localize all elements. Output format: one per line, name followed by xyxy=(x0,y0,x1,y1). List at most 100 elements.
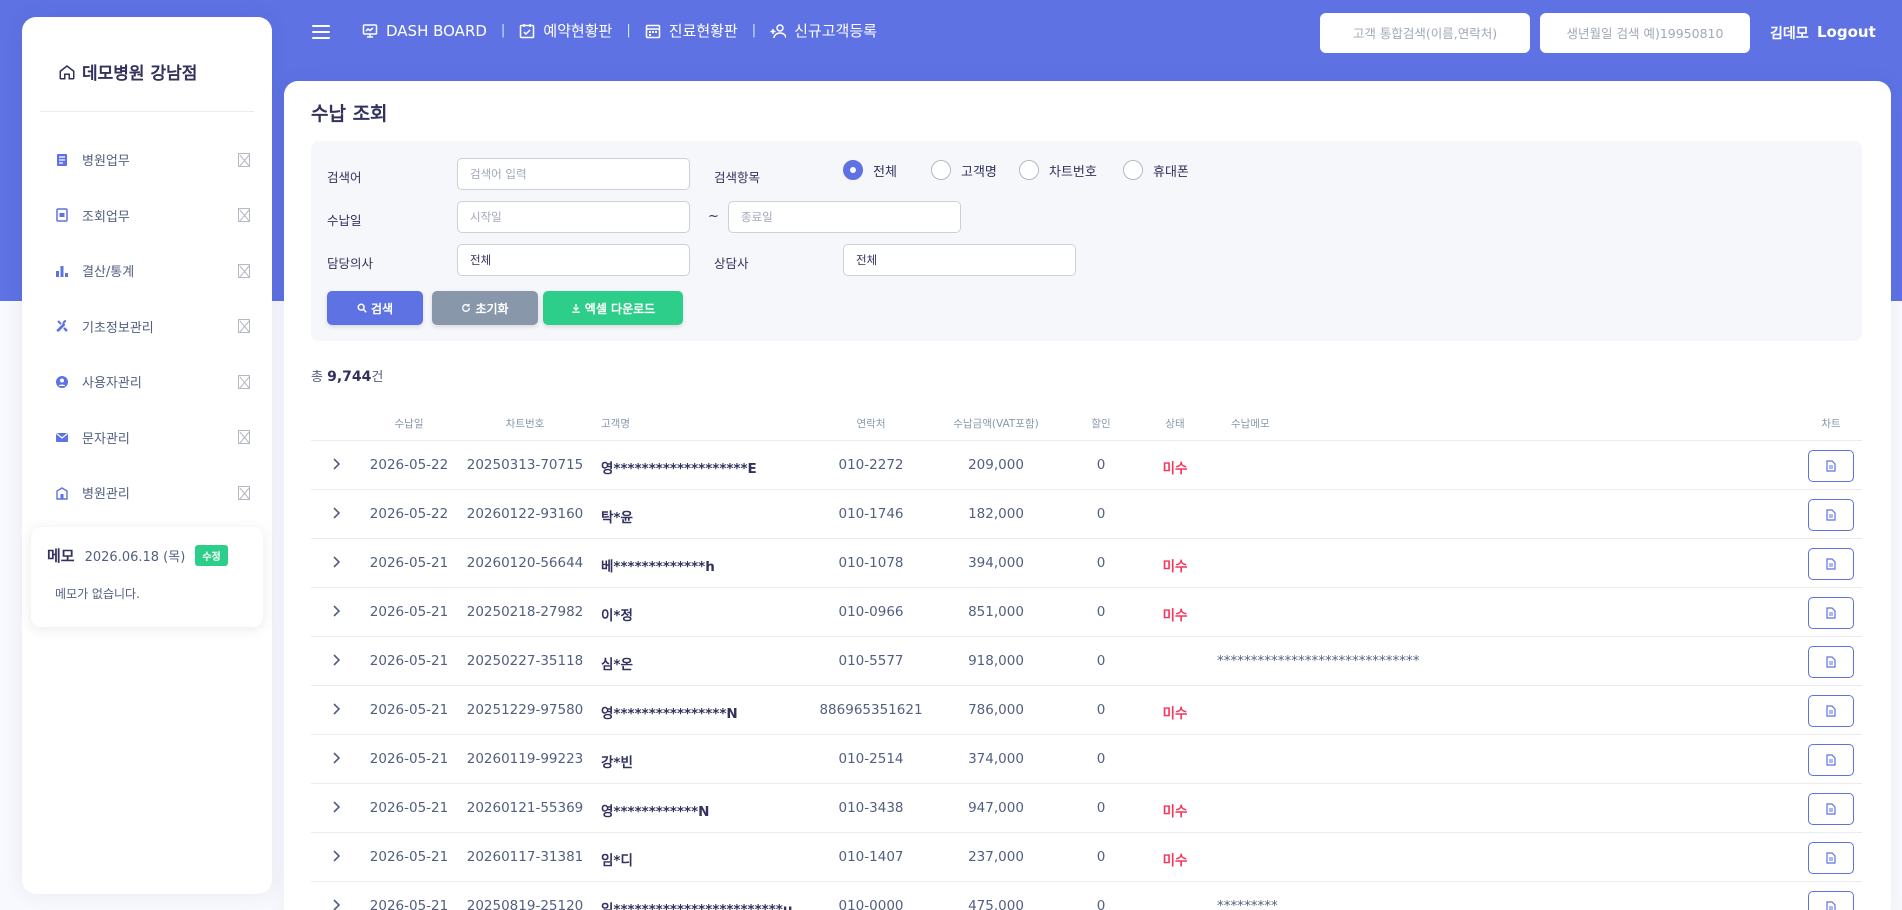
cell-name[interactable]: 심*온 xyxy=(601,653,633,673)
table-row[interactable]: 2026-05-21 20260121-55369 영************N 01… xyxy=(311,784,1862,833)
cell-date: 2026-05-21 xyxy=(369,653,449,669)
radio-option-3[interactable]: 차트번호 xyxy=(1019,160,1097,180)
cell-name[interactable]: 일************************u xyxy=(601,898,792,910)
expand-icon[interactable] xyxy=(238,485,250,500)
table-row[interactable]: 2026-05-21 20251229-97580 영***************… xyxy=(311,686,1862,735)
sidebar-item-6[interactable]: 문자관리 xyxy=(22,410,272,466)
expand-icon[interactable] xyxy=(238,374,250,389)
cell-name[interactable]: 강*빈 xyxy=(601,751,633,771)
sidebar-item-5[interactable]: 사용자관리 xyxy=(22,354,272,410)
table-row[interactable]: 2026-05-21 20260120-56644 베*************h 0… xyxy=(311,539,1862,588)
expand-icon[interactable] xyxy=(238,430,250,445)
cell-discount: 0 xyxy=(1096,653,1106,669)
doctor-select[interactable]: 전체 xyxy=(457,244,690,276)
table-row[interactable]: 2026-05-22 20260122-93160 탁*윤 010-1746 182,0… xyxy=(311,490,1862,539)
top-nav: DASH BOARD | 예약현황판 | 진료현황판 | 신규고객등록 xyxy=(362,20,877,41)
cell-name[interactable]: 베*************h xyxy=(601,555,715,575)
chart-button[interactable] xyxy=(1808,842,1854,874)
table-row[interactable]: 2026-05-22 20250313-70715 영***************… xyxy=(311,441,1862,490)
sidebar-item-7[interactable]: 병원관리 xyxy=(22,465,272,521)
table-row[interactable]: 2026-05-21 20250819-25120 일***************… xyxy=(311,882,1862,910)
chevron-right-icon[interactable] xyxy=(329,457,343,471)
cell-chart-no: 20250227-35118 xyxy=(466,653,584,669)
chevron-right-icon[interactable] xyxy=(329,751,343,765)
reset-button[interactable]: 초기화 xyxy=(432,291,538,325)
sidebar-item-1[interactable]: 병원업무 xyxy=(22,132,272,188)
expand-icon[interactable] xyxy=(238,263,250,278)
chevron-right-icon[interactable] xyxy=(329,604,343,618)
brand[interactable]: 데모병원 강남점 xyxy=(58,59,197,84)
chart-button[interactable] xyxy=(1808,891,1854,910)
chart-button[interactable] xyxy=(1808,499,1854,531)
chart-button[interactable] xyxy=(1808,548,1854,580)
topnav-item-3[interactable]: 진료현황판 xyxy=(645,20,738,41)
file-icon xyxy=(1826,803,1836,815)
cell-date: 2026-05-22 xyxy=(369,506,449,522)
start-date-input[interactable] xyxy=(457,201,690,233)
chevron-right-icon[interactable] xyxy=(329,555,343,569)
header-discount: 할인 xyxy=(1091,418,1111,430)
radio-option-1[interactable]: 전체 xyxy=(843,160,897,180)
sidebar-item-3[interactable]: 결산/통계 xyxy=(22,243,272,299)
chevron-right-icon[interactable] xyxy=(329,849,343,863)
counselor-select[interactable]: 전체 xyxy=(843,244,1076,276)
chevron-right-icon[interactable] xyxy=(329,800,343,814)
radio-option-4[interactable]: 휴대폰 xyxy=(1123,160,1189,180)
expand-icon[interactable] xyxy=(238,208,250,223)
sidebar: 데모병원 강남점 병원업무 조회업무 결산/통계 기초정보관리 사용자관리 문자관리 병원관… xyxy=(22,17,272,894)
hospital-icon xyxy=(54,485,70,501)
radio-button[interactable] xyxy=(843,160,863,180)
chevron-right-icon[interactable] xyxy=(329,653,343,667)
logout-link[interactable]: Logout xyxy=(1817,23,1876,41)
chevron-right-icon[interactable] xyxy=(329,898,343,910)
end-date-input[interactable] xyxy=(728,201,961,233)
radio-option-2[interactable]: 고객명 xyxy=(931,160,997,180)
sidebar-item-2[interactable]: 조회업무 xyxy=(22,188,272,244)
chart-button[interactable] xyxy=(1808,450,1854,482)
expand-icon[interactable] xyxy=(238,319,250,334)
table-row[interactable]: 2026-05-21 20250227-35118 심*온 010-5577 918,0… xyxy=(311,637,1862,686)
cell-contact: 886965351621 xyxy=(819,702,923,718)
cell-contact: 010-1407 xyxy=(838,849,904,865)
radio-button[interactable] xyxy=(931,160,951,180)
table-row[interactable]: 2026-05-21 20250218-27982 이*정 010-0966 851,0… xyxy=(311,588,1862,637)
cell-discount: 0 xyxy=(1096,898,1106,910)
chevron-right-icon[interactable] xyxy=(329,506,343,520)
cell-name[interactable]: 영****************N xyxy=(601,702,738,722)
cell-discount: 0 xyxy=(1096,849,1106,865)
radio-button[interactable] xyxy=(1123,160,1143,180)
topnav-item-2[interactable]: 예약현황판 xyxy=(519,20,612,41)
file-icon xyxy=(1826,754,1836,766)
cell-name[interactable]: 영*******************E xyxy=(601,457,757,477)
excel-download-button[interactable]: 엑셀 다운로드 xyxy=(543,291,683,325)
expand-icon[interactable] xyxy=(238,152,250,167)
cell-date: 2026-05-21 xyxy=(369,555,449,571)
cell-status: 미수 xyxy=(1162,853,1188,869)
search-button[interactable]: 검색 xyxy=(327,291,423,325)
cell-name[interactable]: 임*디 xyxy=(601,849,633,869)
doctor-label: 담당의사 xyxy=(327,256,374,271)
memo-edit-button[interactable]: 수정 xyxy=(195,545,228,566)
chart-button[interactable] xyxy=(1808,646,1854,678)
search-button-label: 검색 xyxy=(370,301,394,316)
cell-name[interactable]: 탁*윤 xyxy=(601,506,633,526)
cell-name[interactable]: 영************N xyxy=(601,800,709,820)
keyword-input[interactable] xyxy=(457,158,690,190)
topnav-item-1[interactable]: DASH BOARD xyxy=(362,22,487,40)
chart-button[interactable] xyxy=(1808,744,1854,776)
chart-button[interactable] xyxy=(1808,597,1854,629)
menu-toggle-icon[interactable] xyxy=(312,25,330,39)
topnav-item-label: 예약현황판 xyxy=(543,22,613,40)
table-row[interactable]: 2026-05-21 20260117-31381 임*디 010-1407 237,0… xyxy=(311,833,1862,882)
cell-name[interactable]: 이*정 xyxy=(601,604,633,624)
birthdate-search-input[interactable] xyxy=(1540,13,1750,53)
customer-search-input[interactable] xyxy=(1320,13,1530,53)
chart-button[interactable] xyxy=(1808,695,1854,727)
chevron-right-icon[interactable] xyxy=(329,702,343,716)
table-row[interactable]: 2026-05-21 20260119-99223 강*빈 010-2514 374,0… xyxy=(311,735,1862,784)
topnav-item-4[interactable]: 신규고객등록 xyxy=(770,20,877,41)
radio-button[interactable] xyxy=(1019,160,1039,180)
sidebar-item-4[interactable]: 기초정보관리 xyxy=(22,299,272,355)
cell-discount: 0 xyxy=(1096,800,1106,816)
chart-button[interactable] xyxy=(1808,793,1854,825)
